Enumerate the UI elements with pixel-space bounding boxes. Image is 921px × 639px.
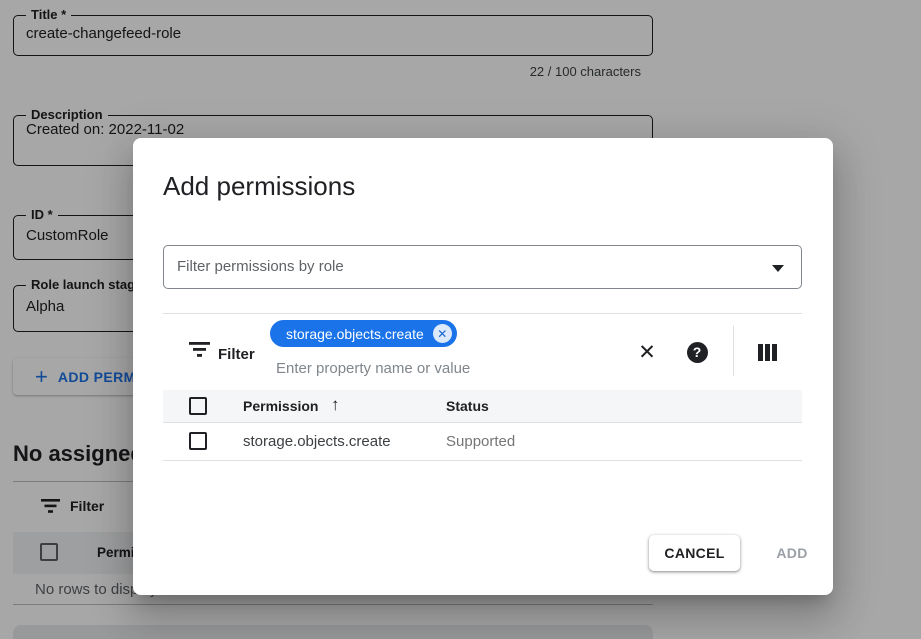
table-row[interactable]: storage.objects.create Supported	[163, 423, 802, 461]
filter-chip[interactable]: storage.objects.create ✕	[270, 320, 457, 347]
table-header-row: Permission ↑ Status	[163, 390, 802, 423]
status-column-header[interactable]: Status	[446, 398, 489, 414]
filter-input-placeholder[interactable]: Enter property name or value	[276, 360, 470, 377]
clear-filters-icon[interactable]: ✕	[633, 338, 661, 366]
chevron-down-icon	[772, 265, 784, 272]
chip-remove-icon[interactable]: ✕	[433, 324, 452, 343]
filter-chip-text: storage.objects.create	[286, 326, 424, 342]
permissions-table: Filter storage.objects.create ✕ Enter pr…	[163, 313, 802, 461]
permission-cell: storage.objects.create	[243, 433, 391, 450]
role-dropdown-placeholder: Filter permissions by role	[177, 258, 344, 275]
sort-ascending-icon[interactable]: ↑	[331, 395, 340, 415]
cancel-button[interactable]: CANCEL	[649, 535, 740, 571]
dialog-title: Add permissions	[163, 171, 355, 202]
column-display-options-icon[interactable]	[753, 338, 781, 366]
help-icon[interactable]: ?	[683, 338, 711, 366]
add-permissions-dialog: Add permissions Filter permissions by ro…	[133, 138, 833, 595]
add-button[interactable]: ADD	[761, 535, 823, 571]
select-all-checkbox[interactable]	[189, 397, 207, 415]
permission-column-header[interactable]: Permission	[243, 398, 318, 414]
filter-icon	[189, 342, 210, 357]
row-checkbox[interactable]	[189, 432, 207, 450]
filter-label: Filter	[218, 346, 255, 363]
status-cell: Supported	[446, 433, 515, 450]
filter-permissions-by-role-dropdown[interactable]: Filter permissions by role	[163, 245, 802, 289]
toolbar-divider	[733, 326, 734, 376]
permissions-filter-toolbar: Filter storage.objects.create ✕ Enter pr…	[163, 314, 802, 390]
